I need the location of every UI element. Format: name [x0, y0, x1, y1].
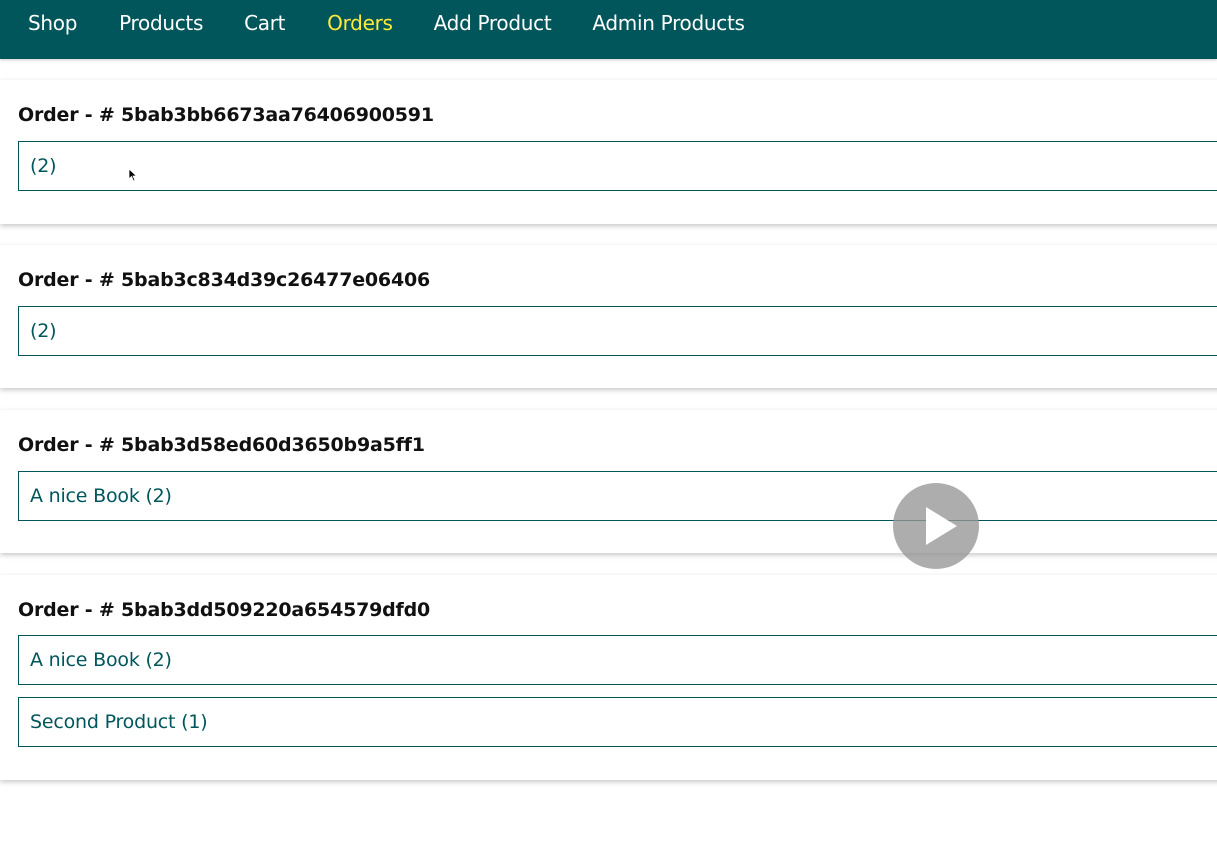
order-card: Order - # 5bab3bb6673aa76406900591 (2) — [0, 80, 1217, 224]
nav-item-cart: Cart — [244, 0, 285, 46]
order-card: Order - # 5bab3dd509220a654579dfd0 A nic… — [0, 575, 1217, 780]
nav-item-products: Products — [119, 0, 203, 46]
order-item: (2) — [18, 141, 1217, 191]
nav-list: Shop Products Cart Orders Add Product Ad… — [0, 0, 1217, 46]
video-play-button[interactable] — [893, 483, 979, 569]
nav-item-admin-products: Admin Products — [592, 0, 745, 46]
order-card: Order - # 5bab3d58ed60d3650b9a5ff1 A nic… — [0, 410, 1217, 553]
nav-item-shop: Shop — [28, 0, 77, 46]
order-item: Second Product (1) — [18, 697, 1217, 747]
order-title: Order - # 5bab3bb6673aa76406900591 — [18, 104, 434, 126]
nav-link-products[interactable]: Products — [119, 0, 203, 46]
order-item: (2) — [18, 306, 1217, 356]
nav-item-add-product: Add Product — [434, 0, 552, 46]
order-title: Order - # 5bab3c834d39c26477e06406 — [18, 269, 431, 291]
order-item: A nice Book (2) — [18, 471, 1217, 521]
nav-link-shop[interactable]: Shop — [28, 0, 77, 46]
play-icon — [926, 507, 957, 545]
nav-item-orders: Orders — [327, 0, 393, 46]
order-item: A nice Book (2) — [18, 635, 1217, 685]
order-title: Order - # 5bab3dd509220a654579dfd0 — [18, 599, 431, 621]
nav-link-add-product[interactable]: Add Product — [434, 0, 552, 46]
mouse-cursor-icon — [128, 167, 138, 186]
order-card: Order - # 5bab3c834d39c26477e06406 (2) — [0, 245, 1217, 388]
nav-link-admin-products[interactable]: Admin Products — [592, 0, 745, 46]
main-navigation: Shop Products Cart Orders Add Product Ad… — [0, 0, 1217, 59]
nav-link-orders[interactable]: Orders — [327, 0, 393, 46]
order-title: Order - # 5bab3d58ed60d3650b9a5ff1 — [18, 434, 425, 456]
nav-link-cart[interactable]: Cart — [244, 0, 285, 46]
